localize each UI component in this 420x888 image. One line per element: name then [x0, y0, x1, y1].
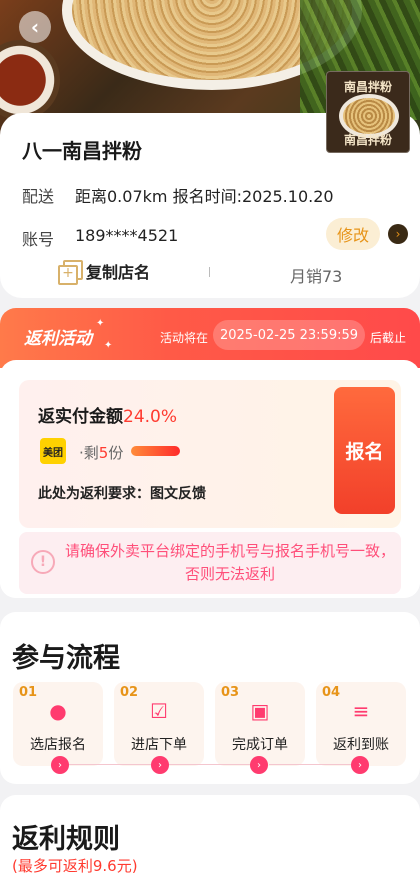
copy-store-name-label: 复制店名	[86, 263, 151, 282]
step-number: 03	[221, 685, 240, 700]
copy-store-name-button[interactable]: 复制店名	[58, 259, 151, 285]
sparkle-icon: ✦	[96, 318, 105, 329]
side-dish-graphic	[0, 40, 60, 120]
remaining-prefix: ·剩	[79, 444, 99, 462]
monthly-sales: 月销73	[290, 267, 343, 286]
countdown-time: 2025-02-25 23:59:59	[213, 320, 365, 350]
notice-text: 请确保外卖平台绑定的手机号与报名手机号一致，否则无法返利	[65, 542, 396, 583]
divider	[209, 267, 210, 277]
account-label: 账号	[22, 230, 55, 249]
rules-section: 返利规则 (最多可返利9.6元)	[0, 795, 420, 888]
delivery-value: 距离0.07km 报名时间:2025.10.20	[75, 187, 334, 206]
user-icon: ●	[49, 699, 67, 723]
process-step-3: 03 ▣ 完成订单	[215, 682, 305, 766]
back-button[interactable]: ‹	[19, 11, 51, 43]
info-icon: !	[31, 550, 55, 574]
remaining-quota: ·剩5份	[79, 442, 123, 463]
step-label: 返利到账	[333, 737, 389, 753]
thumbnail-text-top: 南昌拌粉	[343, 80, 392, 94]
rules-subtitle: (最多可返利9.6元)	[12, 857, 138, 875]
platform-badge: 美团	[40, 438, 66, 464]
process-step-1: 01 ● 选店报名	[13, 682, 103, 766]
rebate-activity-section: 返利活动 ✦ ✦ 活动将在 2025-02-25 23:59:59 后截止 返实…	[0, 308, 420, 598]
flow-connector	[67, 764, 151, 765]
remaining-count: 5	[98, 444, 109, 462]
remaining-suffix: 份	[108, 444, 124, 462]
step-number: 04	[322, 685, 341, 700]
rebate-requirement: 此处为返利要求：图文反馈	[38, 486, 206, 502]
copy-icon	[58, 260, 83, 285]
process-section: 参与流程 01 ● 选店报名 02 ☑ 进店下单 03 ▣ 完成订单 04 ≡ …	[0, 612, 420, 784]
offer-amount-row: 返实付金额24.0%	[38, 402, 177, 427]
phone-notice: ! 请确保外卖平台绑定的手机号与报名手机号一致，否则无法返利	[19, 532, 401, 594]
process-step-2: 02 ☑ 进店下单	[114, 682, 204, 766]
coins-icon: ≡	[352, 699, 370, 723]
offer-card: 返实付金额24.0% 美团 ·剩5份 此处为返利要求：图文反馈 报名	[19, 380, 401, 528]
account-value: 189****4521	[75, 226, 179, 245]
chevron-right-icon: ›	[151, 756, 169, 774]
chevron-right-icon: ›	[351, 756, 369, 774]
step-label: 选店报名	[30, 737, 86, 753]
offer-amount-value: 24.0%	[123, 407, 178, 427]
signup-button[interactable]: 报名	[334, 387, 395, 514]
chevron-right-icon: ›	[51, 756, 69, 774]
thumbnail-text-bottom: 南昌拌粉	[343, 133, 392, 147]
step-label: 完成订单	[232, 737, 288, 753]
sparkle-icon: ✦	[104, 340, 113, 351]
process-title: 参与流程	[12, 643, 120, 674]
rebate-title: 返利活动	[24, 329, 92, 349]
step-number: 02	[120, 685, 139, 700]
step-number: 01	[19, 685, 38, 700]
flow-connector	[168, 764, 252, 765]
remaining-progress-bar	[131, 446, 180, 456]
offer-amount-label: 返实付金额	[38, 407, 123, 427]
countdown-prefix: 活动将在	[160, 331, 209, 345]
edit-account-button[interactable]: 修改	[326, 218, 380, 250]
store-name: 八一南昌拌粉	[22, 139, 142, 163]
clipboard-check-icon: ☑	[150, 699, 168, 723]
store-thumbnail[interactable]: 南昌拌粉 南昌拌粉	[326, 71, 410, 153]
delivery-label: 配送	[22, 187, 55, 206]
flow-connector	[269, 764, 353, 765]
rebate-header: 返利活动 ✦ ✦ 活动将在 2025-02-25 23:59:59 后截止	[0, 308, 420, 368]
chevron-right-icon[interactable]: ›	[388, 224, 408, 244]
countdown-suffix: 后截止	[370, 331, 407, 345]
step-label: 进店下单	[131, 737, 187, 753]
chevron-right-icon: ›	[250, 756, 268, 774]
shopping-bag-icon: ▣	[250, 699, 270, 723]
process-step-4: 04 ≡ 返利到账	[316, 682, 406, 766]
rules-title: 返利规则	[12, 824, 120, 855]
chevron-left-icon: ‹	[30, 15, 40, 39]
